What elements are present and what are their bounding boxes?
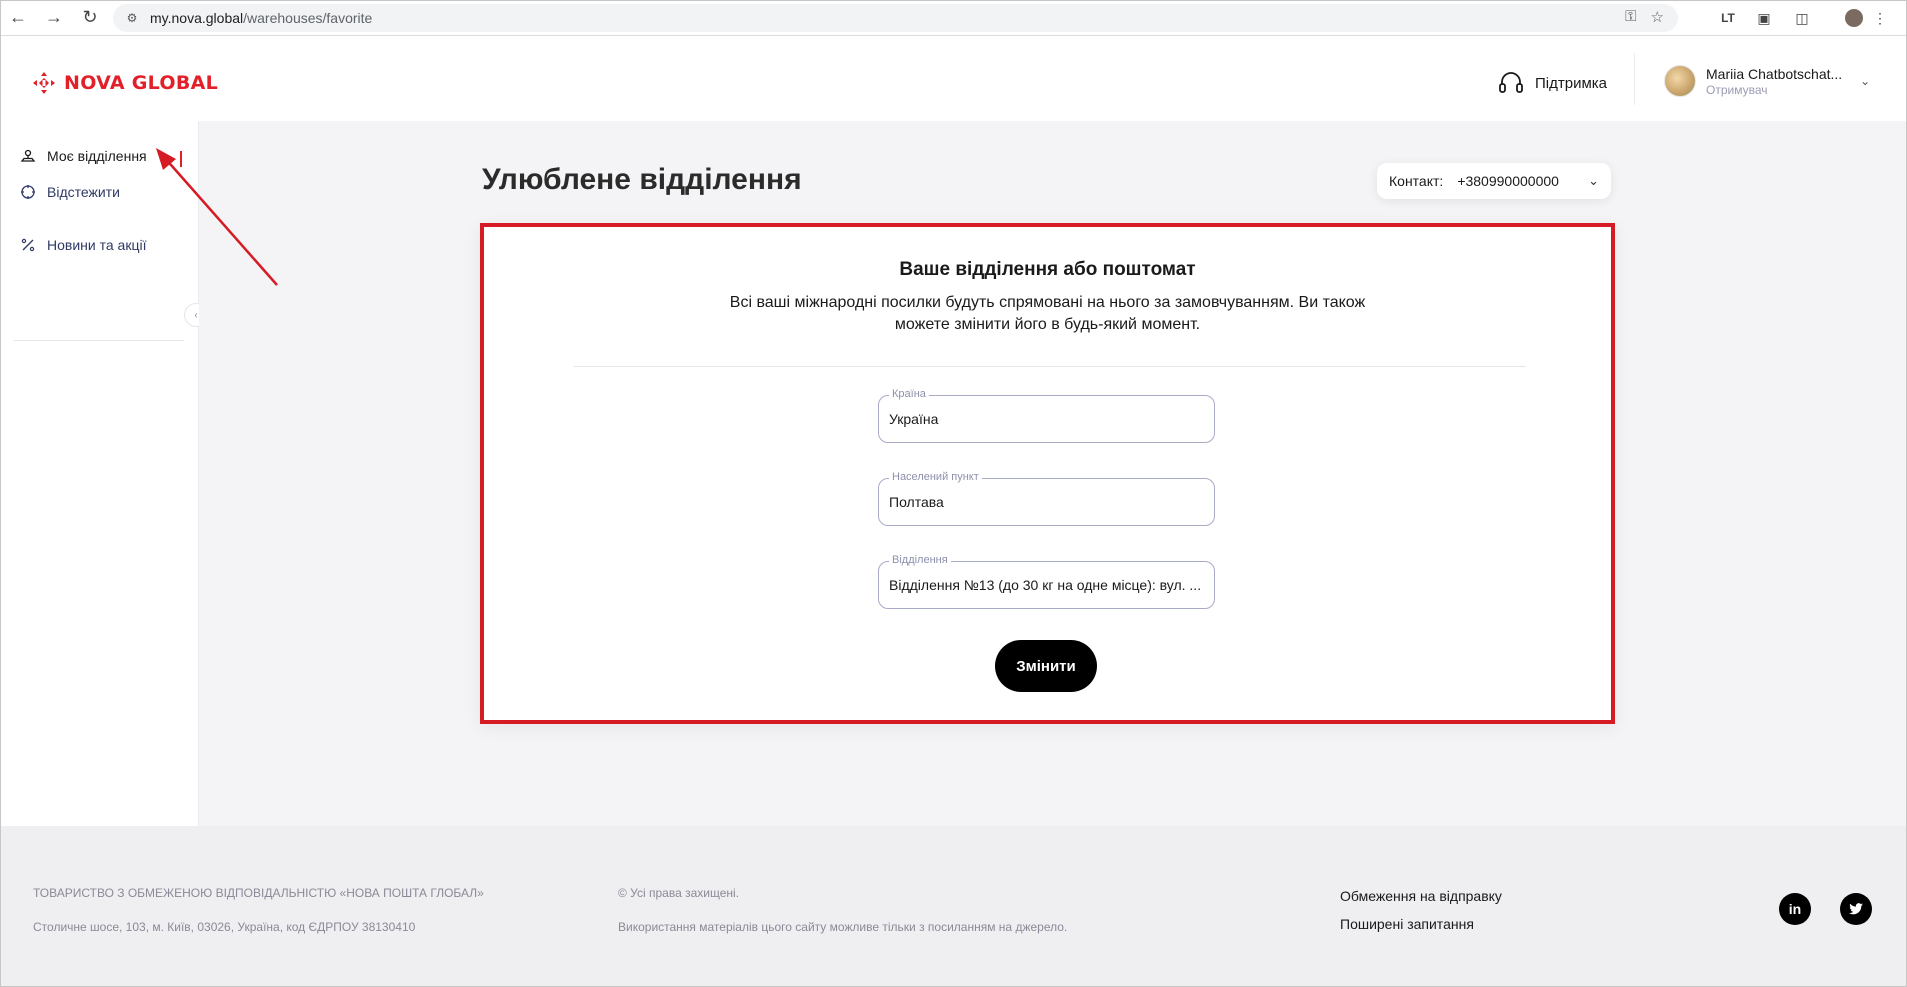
camera-extension-icon[interactable]: ▣ xyxy=(1752,6,1776,30)
sidebar-item-label: Новини та акції xyxy=(47,237,147,253)
sidebar-item-my-branch[interactable]: Моє відділення xyxy=(20,148,147,164)
support-link[interactable]: Підтримка xyxy=(1497,69,1607,97)
user-role: Отримувач xyxy=(1706,82,1768,97)
annotation-arrow-icon xyxy=(156,148,278,286)
bookmark-star-icon[interactable]: ☆ xyxy=(1651,8,1664,26)
site-settings-icon[interactable]: ⚙ xyxy=(123,9,141,27)
languagetool-extension-icon[interactable]: LT xyxy=(1716,6,1740,30)
contact-label: Контакт: xyxy=(1389,173,1444,189)
branch-field[interactable]: Відділення xyxy=(878,554,1215,609)
forward-icon[interactable]: → xyxy=(36,0,72,36)
footer-company: ТОВАРИСТВО З ОБМЕЖЕНОЮ ВІДПОВІДАЛЬНІСТЮ … xyxy=(33,886,484,900)
crosshair-icon xyxy=(21,185,35,199)
percent-icon xyxy=(21,238,35,252)
card-divider xyxy=(574,366,1526,367)
key-icon[interactable]: ⚿ xyxy=(1625,8,1636,26)
sidebar-divider xyxy=(14,340,184,341)
card-title: Ваше відділення або поштомат xyxy=(899,259,1196,280)
footer-rights: © Усі права захищені. xyxy=(618,886,740,900)
chevron-down-icon[interactable]: ⌄ xyxy=(1588,173,1599,189)
url-host: my.nova.global xyxy=(150,10,244,26)
browser-toolbar: ← → ↻ ⚙ my.nova.global/warehouses/favori… xyxy=(0,0,1907,36)
sidebar-item-label: Відстежити xyxy=(47,184,120,200)
linkedin-icon[interactable]: in xyxy=(1779,893,1811,925)
header-divider xyxy=(1634,53,1635,105)
url-path: /warehouses/favorite xyxy=(243,10,373,26)
city-field[interactable]: Населений пункт xyxy=(878,471,1215,526)
branch-input[interactable] xyxy=(889,562,1204,608)
headset-icon xyxy=(1499,72,1523,93)
avatar xyxy=(1664,65,1696,97)
user-menu[interactable]: Mariia Chatbotschat... Отримувач ⌄ xyxy=(1664,65,1870,97)
footer-link-shipping-restrictions[interactable]: Обмеження на відправку xyxy=(1340,888,1502,904)
footer-address: Столичне шосе, 103, м. Київ, 03026, Укра… xyxy=(33,920,416,934)
footer-link-faq[interactable]: Поширені запитання xyxy=(1340,916,1474,932)
app-header: NOVA GLOBAL Підтримка Mariia Chatbotscha… xyxy=(0,37,1907,121)
country-input[interactable] xyxy=(889,396,1204,442)
favorite-branch-card: Ваше відділення або поштомат Всі ваші мі… xyxy=(480,223,1615,724)
card-description: Всі ваші міжнародні посилки будуть спрям… xyxy=(729,294,1366,333)
change-button[interactable]: Змінити xyxy=(995,640,1097,692)
contact-selector[interactable]: Контакт: +380990000000 ⌄ xyxy=(1377,163,1611,199)
country-field[interactable]: Країна xyxy=(878,388,1215,443)
sidebar-item-track[interactable]: Відстежити xyxy=(20,184,120,200)
logo-mark-icon xyxy=(33,72,55,94)
extensions-puzzle-icon[interactable]: ◫ xyxy=(1790,6,1814,30)
contact-value: +380990000000 xyxy=(1457,173,1559,189)
page-title: Улюблене відділення xyxy=(482,163,802,196)
profile-avatar-icon[interactable] xyxy=(1842,6,1866,30)
sidebar-item-label: Моє відділення xyxy=(47,148,147,164)
nova-global-logo[interactable]: NOVA GLOBAL xyxy=(32,71,218,95)
sidebar-item-news[interactable]: Новини та акції xyxy=(20,237,146,253)
browser-menu-icon[interactable]: ⋮ xyxy=(1868,6,1892,30)
footer-usage: Використання матеріалів цього сайту можл… xyxy=(618,920,1068,934)
footer: ТОВАРИСТВО З ОБМЕЖЕНОЮ ВІДПОВІДАЛЬНІСТЮ … xyxy=(0,826,1907,987)
support-label: Підтримка xyxy=(1535,74,1608,92)
back-icon[interactable]: ← xyxy=(0,0,36,36)
reload-icon[interactable]: ↻ xyxy=(72,0,108,36)
user-name: Mariia Chatbotschat... xyxy=(1706,65,1843,82)
address-bar[interactable]: ⚙ my.nova.global/warehouses/favorite ⚿ ☆ xyxy=(113,4,1678,32)
city-input[interactable] xyxy=(889,479,1204,525)
twitter-icon[interactable] xyxy=(1840,893,1872,925)
logo-text: NOVA GLOBAL xyxy=(64,72,219,94)
map-pin-icon xyxy=(20,149,36,162)
chevron-down-icon[interactable]: ⌄ xyxy=(1860,74,1870,88)
